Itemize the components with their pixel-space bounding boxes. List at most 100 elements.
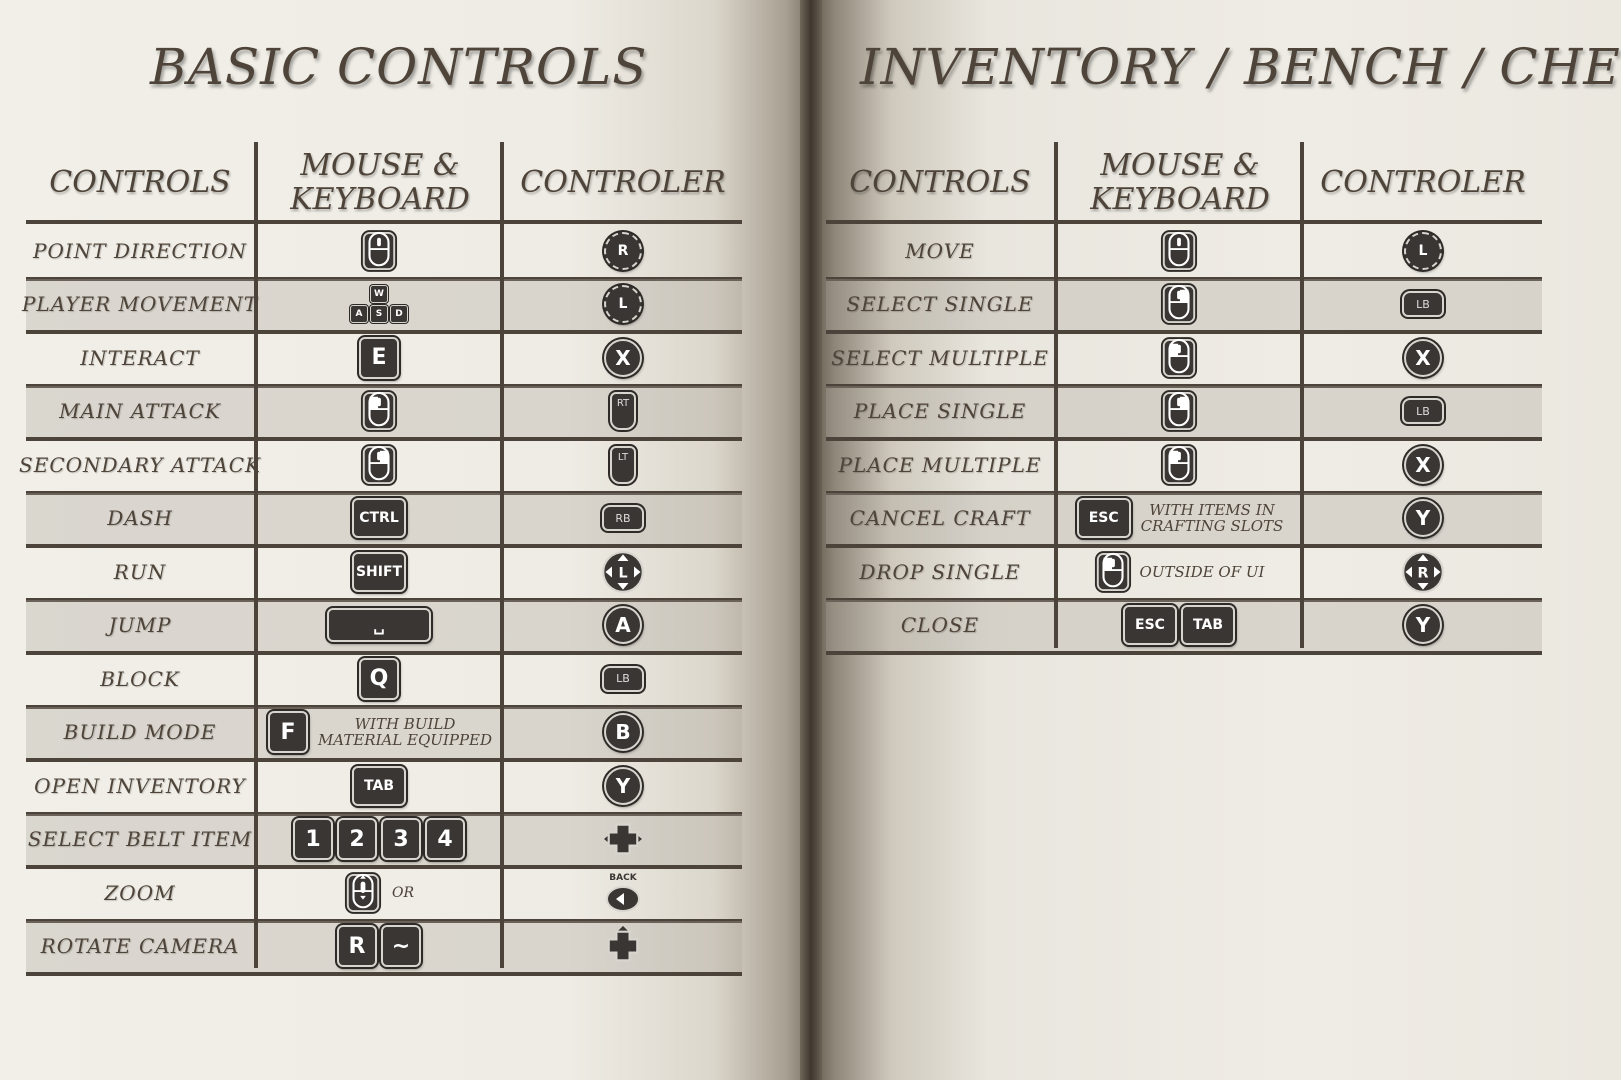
control-label: MOVE [905,238,975,263]
control-label-cell: DROP SINGLE [826,546,1054,597]
control-label: SECONDARY ATTACK [19,452,261,477]
book-spine [800,0,822,1080]
row-rule [26,972,742,976]
note-line1: OUTSIDE OF UI [1139,562,1265,581]
control-label-cell: BLOCK [26,653,254,704]
key-esc-icon: ESC [1076,498,1131,538]
control-label: POINT DIRECTION [33,238,247,263]
control-label-cell: BUILD MODE [26,707,254,758]
control-label-cell: PLAYER MOVEMENT [22,279,257,330]
control-label: BLOCK [100,666,180,691]
control-label-cell: INTERACT [26,332,254,383]
note-text: OUTSIDE OF UI [1140,564,1265,580]
control-label-cell: SELECT SINGLE [826,279,1054,330]
button-a-icon: A [604,606,642,644]
control-label-cell: POINT DIRECTION [26,225,254,276]
bumper-lb-icon: LB [1402,398,1444,424]
table-row: PLACE SINGLE LB [826,385,1542,437]
mouse-keyboard-cell [1058,279,1300,330]
controller-cell: L [1304,225,1542,276]
key-r-icon: R [337,925,377,967]
key-a-icon: A [350,305,368,323]
header-mk-line1: MOUSE & [1100,148,1260,183]
controller-cell: L [504,279,742,330]
key-4-icon: 4 [425,818,465,860]
row-rule [826,220,1542,224]
mouse-icon [360,229,398,273]
table-row: OPEN INVENTORY TAB Y [26,760,742,811]
header-mk-line1: MOUSE & [300,148,460,183]
column-divider [500,142,504,968]
control-label: CLOSE [900,613,980,637]
control-label: INTERACT [80,345,200,370]
control-label: OPEN INVENTORY [34,773,246,798]
control-label-cell: CLOSE [826,600,1054,651]
control-label: ROTATE CAMERA [40,934,240,958]
button-b-icon: B [604,713,642,751]
row-rule [826,651,1542,655]
mouse-keyboard-cell [1058,439,1300,490]
key-e-icon: E [359,336,399,379]
stick-r-icon: R [604,231,642,270]
bumper-lb-icon: LB [602,665,644,692]
controller-cell: B [504,707,742,758]
mouse-keyboard-cell: SHIFT [258,546,500,597]
mouse-scroll-icon [344,871,382,915]
mouse-keyboard-cell: R ~ [258,921,500,972]
controller-cell: R [504,225,742,276]
control-label: SELECT BELT ITEM [27,827,253,851]
wasd-row: W [369,284,389,304]
mouse-keyboard-cell: ␣ [258,600,500,651]
svg-text:R: R [1417,565,1428,581]
control-label: RUN [113,559,167,584]
mouse-keyboard-cell: WASD [258,279,500,330]
mouse-keyboard-cell: 1234 [258,814,500,865]
controller-cell: A [504,600,742,651]
controller-cell: L [504,546,742,597]
key-tab-icon: TAB [1181,605,1235,645]
dpad-up-icon [601,924,645,968]
column-divider [254,142,258,968]
bumper-rb-icon: RB [602,505,644,531]
control-label: PLAYER MOVEMENT [21,292,259,316]
note-text: WITH BUILD MATERIAL EQUIPPED [318,716,492,748]
header-mouse-keyboard: MOUSE & KEYBOARD [258,142,502,224]
table-row: ZOOM OR BACK [26,867,742,918]
trigger-lt-icon: LT [610,445,636,484]
stick-l-icon: L [1404,231,1442,270]
key-shift-icon: SHIFT [352,551,406,592]
header-controller: CONTROLER [1320,165,1526,200]
control-label: ZOOM [104,880,176,905]
mouse-right-click-icon [360,443,398,487]
or-text: OR [391,884,415,901]
control-label-cell: PLACE SINGLE [826,386,1054,437]
control-label-cell: SELECT MULTIPLE [826,332,1054,383]
control-label-cell: MAIN ATTACK [26,386,254,437]
mouse-keyboard-cell: TAB [258,760,500,811]
control-label-cell: DASH [26,493,254,544]
column-divider [1054,142,1058,648]
inventory-controls-table: CONTROLS MOUSE & KEYBOARD CONTROLER MOVE… [826,142,1542,655]
button-y-icon: Y [1404,606,1442,644]
control-label-cell: OPEN INVENTORY [26,760,254,811]
controller-cell: LB [1304,279,1542,330]
control-label-cell: JUMP [26,600,254,651]
table-row: DASH CTRL RB [26,492,742,544]
control-label: JUMP [108,613,172,637]
control-label-cell: PLACE MULTIPLE [826,439,1054,490]
controller-cell: LB [1304,386,1542,437]
mouse-keyboard-cell [258,386,500,437]
controller-cell: LB [504,653,742,704]
svg-text:BACK: BACK [609,873,637,883]
control-label-cell: SECONDARY ATTACK [19,439,260,490]
dpad-left-right-icon [601,817,645,861]
bumper-lb-icon: LB [1402,291,1444,317]
table-row: BLOCK Q LB [26,653,742,704]
controller-cell: BACK [504,867,742,918]
controller-cell: RT [504,386,742,437]
controller-cell [504,921,742,972]
control-label-cell: RUN [26,546,254,597]
table-row: CANCEL CRAFT ESC WITH ITEMS IN CRAFTING SLO… [826,492,1542,544]
mouse-keyboard-cell [1058,386,1300,437]
key-2-icon: 2 [337,818,377,860]
